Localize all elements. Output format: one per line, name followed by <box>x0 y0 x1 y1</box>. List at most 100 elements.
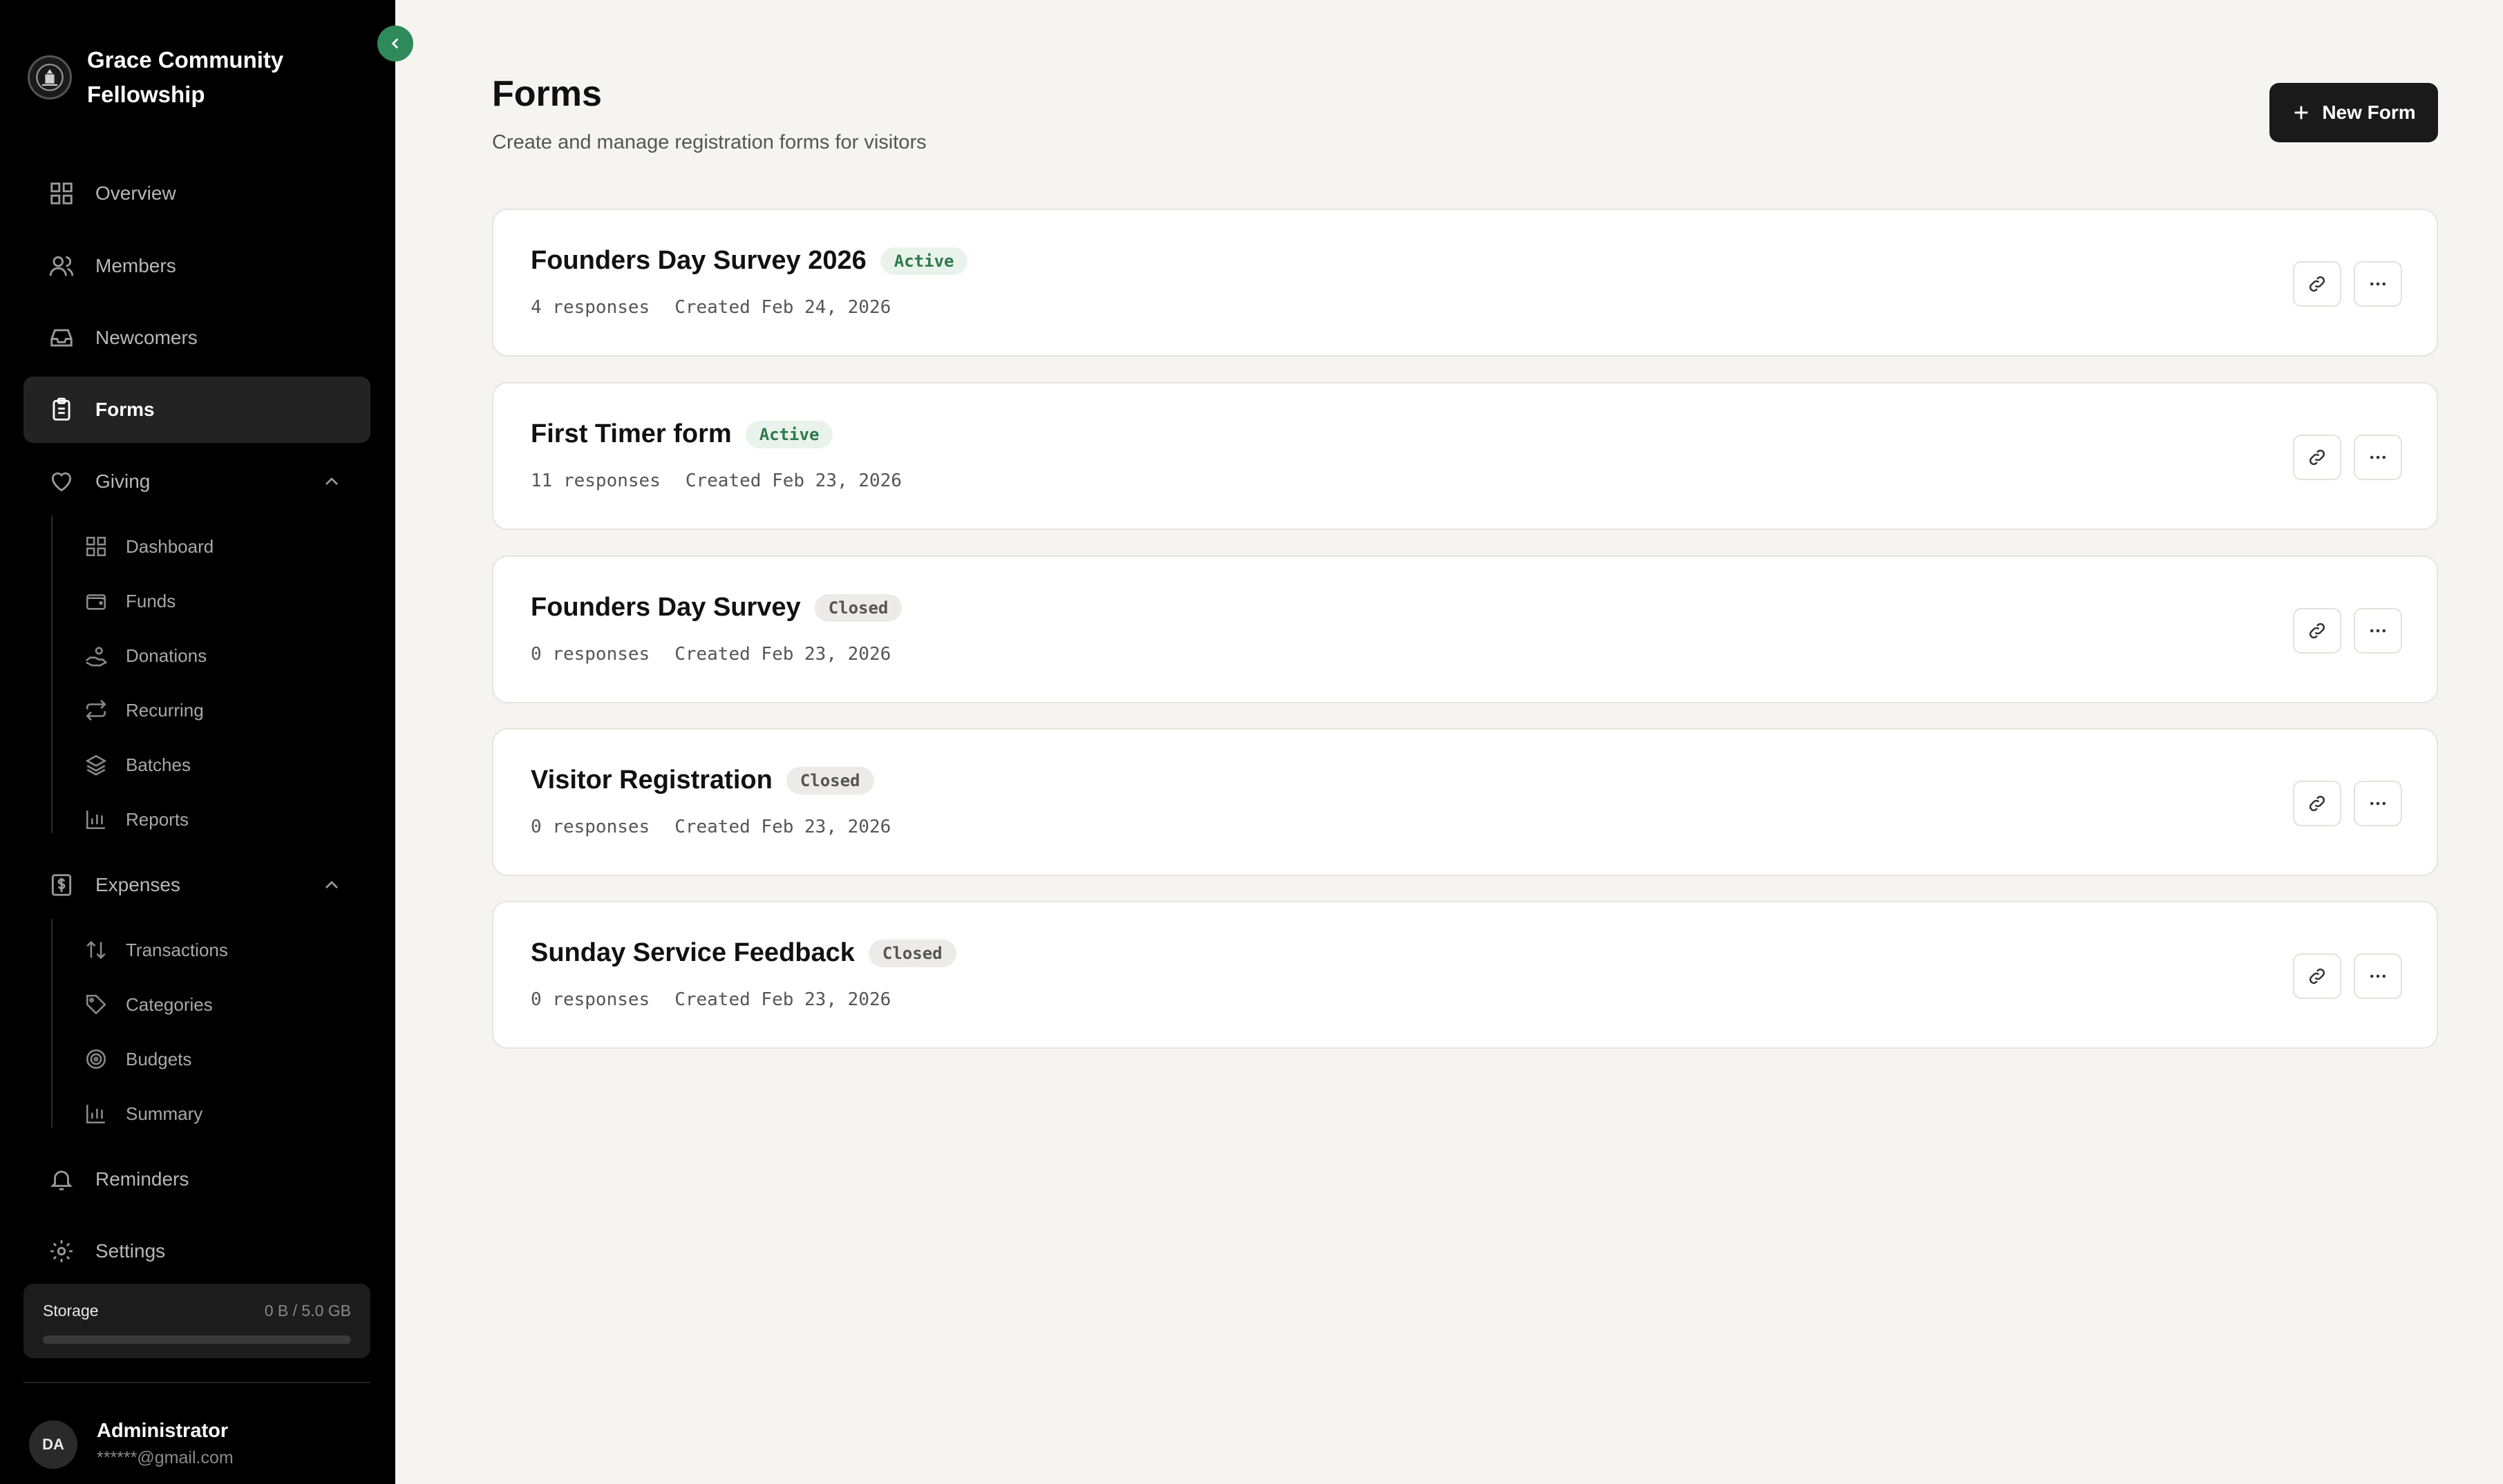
clipboard-icon <box>53 397 70 421</box>
target-icon <box>86 1049 106 1069</box>
church-logo-icon <box>28 55 72 99</box>
subnav-item-transactions[interactable]: Transactions <box>84 929 228 971</box>
form-title: Sunday Service Feedback <box>531 938 855 967</box>
subnav-item-summary[interactable]: Summary <box>84 1093 202 1134</box>
more-options-button[interactable] <box>2354 435 2402 480</box>
subnav-label: Transactions <box>126 939 228 960</box>
status-badge: Active <box>880 247 968 275</box>
nav-label: Forms <box>95 399 155 420</box>
form-card[interactable]: Sunday Service Feedback Closed 0 respons… <box>492 901 2438 1049</box>
subnav-label: Summary <box>126 1103 203 1124</box>
nav-label: Settings <box>95 1240 166 1262</box>
subnav-item-dashboard[interactable]: Dashboard <box>84 526 214 567</box>
page-subtitle: Create and manage registration forms for… <box>492 131 927 153</box>
copy-link-button[interactable] <box>2293 608 2341 654</box>
link-icon <box>2309 449 2325 466</box>
chevron-left-icon <box>391 38 399 49</box>
brand[interactable]: Grace Community Fellowship <box>28 43 322 112</box>
arrows-up-down-icon <box>86 940 106 960</box>
link-icon <box>2309 276 2325 292</box>
bar-chart-icon <box>86 1105 105 1124</box>
more-options-button[interactable] <box>2354 261 2402 307</box>
nav-item-newcomers[interactable]: Newcomers <box>23 305 370 371</box>
more-horizontal-icon <box>2370 974 2386 978</box>
link-icon <box>2309 795 2325 812</box>
created-date: Created Feb 23, 2026 <box>674 817 891 837</box>
created-date: Created Feb 23, 2026 <box>674 644 891 665</box>
subnav-label: Recurring <box>126 699 204 721</box>
sidebar: Grace Community Fellowship Overview Memb… <box>0 0 395 1484</box>
more-options-button[interactable] <box>2354 953 2402 999</box>
copy-link-button[interactable] <box>2293 781 2341 826</box>
subnav-item-reports[interactable]: Reports <box>84 799 189 840</box>
subnav-item-funds[interactable]: Funds <box>84 580 176 622</box>
created-date: Created Feb 23, 2026 <box>685 470 902 491</box>
avatar: DA <box>29 1420 77 1469</box>
more-options-button[interactable] <box>2354 781 2402 826</box>
user-email: ******@gmail.com <box>97 1448 234 1467</box>
copy-link-button[interactable] <box>2293 261 2341 307</box>
link-icon <box>2309 968 2325 984</box>
plus-icon <box>2294 106 2308 120</box>
page-title: Forms <box>492 74 602 114</box>
status-badge: Closed <box>814 593 903 622</box>
gear-icon <box>50 1240 73 1262</box>
nav-item-reminders[interactable]: Reminders <box>23 1146 370 1212</box>
org-name: Grace Community Fellowship <box>87 47 284 107</box>
created-date: Created Feb 24, 2026 <box>674 297 891 318</box>
tag-icon <box>86 994 106 1015</box>
nav-item-overview[interactable]: Overview <box>23 160 370 227</box>
more-horizontal-icon <box>2370 455 2386 459</box>
subnav-item-recurring[interactable]: Recurring <box>84 689 204 731</box>
form-card[interactable]: Visitor Registration Closed 0 responses … <box>492 728 2438 876</box>
chevron-up-icon[interactable] <box>321 470 343 493</box>
more-horizontal-icon <box>2370 801 2386 806</box>
new-form-label: New Form <box>2322 102 2416 123</box>
form-card[interactable]: Founders Day Survey Closed 0 responses C… <box>492 555 2438 703</box>
form-card[interactable]: First Timer form Active 11 responses Cre… <box>492 382 2438 530</box>
user-name: Administrator <box>97 1420 229 1442</box>
more-horizontal-icon <box>2370 629 2386 633</box>
more-options-button[interactable] <box>2354 608 2402 654</box>
collapse-sidebar-button[interactable] <box>377 26 413 61</box>
nav-item-expenses[interactable]: Expenses <box>23 852 370 918</box>
response-count: 0 responses <box>531 989 650 1010</box>
subnav-item-budgets[interactable]: Budgets <box>84 1038 191 1080</box>
giving-subnav-line <box>51 515 53 833</box>
subnav-label: Donations <box>126 645 207 666</box>
heart-icon <box>51 472 72 492</box>
grid-icon <box>50 182 73 204</box>
user-profile[interactable]: DA Administrator ******@gmail.com <box>29 1418 234 1472</box>
created-date: Created Feb 23, 2026 <box>674 989 891 1010</box>
copy-link-button[interactable] <box>2293 435 2341 480</box>
link-icon <box>2309 622 2325 639</box>
users-icon <box>49 256 74 276</box>
subnav-label: Funds <box>126 590 176 611</box>
subnav-item-categories[interactable]: Categories <box>84 984 213 1025</box>
nav-item-forms[interactable]: Forms <box>23 377 370 443</box>
chevron-up-icon[interactable] <box>321 874 343 896</box>
subnav-label: Dashboard <box>126 535 214 557</box>
nav-item-members[interactable]: Members <box>23 233 370 299</box>
storage-progress-bar <box>43 1335 351 1344</box>
receipt-dollar-icon <box>51 874 72 896</box>
expenses-subnav-line <box>51 919 53 1128</box>
response-count: 4 responses <box>531 297 650 318</box>
layers-icon <box>85 754 107 776</box>
sidebar-divider <box>23 1382 370 1383</box>
subnav-item-donations[interactable]: Donations <box>84 635 207 676</box>
response-count: 0 responses <box>531 644 650 665</box>
nav-label: Overview <box>95 182 176 204</box>
form-title: Founders Day Survey <box>531 593 801 622</box>
new-form-button[interactable]: New Form <box>2269 83 2438 142</box>
more-horizontal-icon <box>2370 282 2386 286</box>
nav-item-settings[interactable]: Settings <box>23 1218 370 1284</box>
copy-link-button[interactable] <box>2293 953 2341 999</box>
subnav-item-batches[interactable]: Batches <box>84 744 191 786</box>
form-card[interactable]: Founders Day Survey 2026 Active 4 respon… <box>492 209 2438 356</box>
nav-item-giving[interactable]: Giving <box>23 448 370 515</box>
subnav-label: Reports <box>126 808 189 830</box>
nav-label: Giving <box>95 470 151 492</box>
bar-chart-icon <box>86 810 105 830</box>
nav-label: Members <box>95 255 176 276</box>
